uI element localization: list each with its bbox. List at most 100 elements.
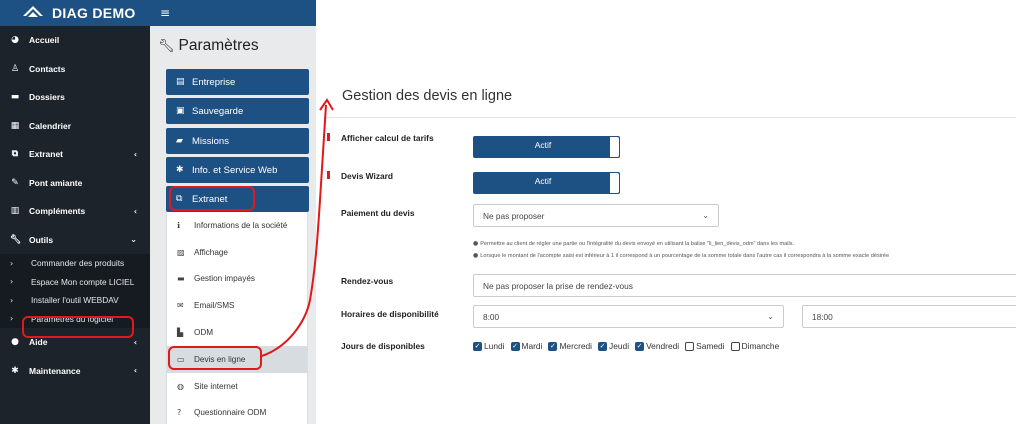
extranet-item-informations[interactable]: ℹ Informations de la société (167, 212, 307, 239)
submenu-item-label: Commander des produits (31, 258, 125, 269)
paiement-note-2: ● Lorsque le montant de l'acompte saisi e… (473, 252, 889, 259)
horaires-start-select[interactable]: 8:00 ⌄ (473, 305, 784, 328)
afficher-calcul-toggle[interactable]: Actif (473, 136, 620, 158)
envelope-icon: ✉ (177, 301, 184, 311)
sidebar: DIAG DEMO ◕ Accueil ♙ Contacts ▬ Dossiers ▦… (0, 0, 150, 424)
submenu-item-webdav[interactable]: › Installer l'outil WEBDAV (0, 291, 150, 310)
settings-button-label: Sauvegarde (192, 105, 244, 117)
info-icon: ● (473, 252, 479, 259)
extranet-sublist: ℹ Informations de la société ▨ Affichage ▬… (166, 212, 308, 424)
extranet-item-site-internet[interactable]: ◍ Site internet (167, 373, 307, 400)
sidebar-item-accueil[interactable]: ◕ Accueil (0, 26, 150, 55)
submenu-item-label: Installer l'outil WEBDAV (31, 295, 119, 306)
settings-button-info-service[interactable]: ✱ Info. et Service Web (166, 157, 309, 183)
gear-icon: ✱ (176, 165, 184, 175)
submenu-item-commander[interactable]: › Commander des produits (0, 254, 150, 273)
sidebar-item-label: Extranet (29, 149, 64, 160)
extranet-item-label: Questionnaire ODM (194, 408, 267, 418)
dashboard-icon: ◕ (11, 35, 19, 46)
day-samedi[interactable]: Samedi (685, 341, 725, 351)
extranet-item-label: Informations de la société (194, 220, 288, 230)
settings-title-text: Paramètres (178, 37, 259, 54)
checkbox-unchecked-icon[interactable] (685, 341, 695, 351)
note-text: Permettre au client de régler une partie… (480, 241, 795, 247)
paiement-label: Paiement du devis (341, 208, 415, 218)
chevron-right-icon: › (10, 258, 14, 268)
paiement-value: Ne pas proposer (483, 210, 545, 221)
checkbox-checked-icon[interactable]: ✓ (473, 341, 482, 351)
hamburger-icon[interactable]: ≡ (160, 6, 170, 20)
day-label: Dimanche (741, 341, 780, 351)
sidebar-item-contacts[interactable]: ♙ Contacts (0, 55, 150, 84)
settings-title: 🔧︎ Paramètres (150, 26, 316, 66)
day-label: Jeudi (609, 341, 630, 351)
sidebar-item-label: Calendrier (29, 120, 72, 131)
sidebar-item-calendrier[interactable]: ▦ Calendrier (0, 112, 150, 141)
chevron-left-icon: ‹ (133, 366, 137, 376)
toggle-knob (610, 173, 619, 193)
wrench-icon: 🔧︎ (10, 234, 22, 245)
extranet-item-gestion-impayes[interactable]: ▬ Gestion impayés (167, 266, 307, 293)
settings-button-entreprise[interactable]: ▤ Entreprise (166, 69, 309, 95)
settings-button-missions[interactable]: ▰ Missions (166, 128, 309, 154)
horaires-end-select[interactable]: 18:00 (802, 305, 1016, 328)
day-label: Lundi (484, 341, 505, 351)
extranet-item-label: ODM (194, 328, 214, 338)
rendezvous-select[interactable]: Ne pas proposer la prise de rendez-vous (473, 274, 1016, 297)
day-vendredi[interactable]: ✓ Vendredi (635, 341, 679, 351)
highlight-devis-en-ligne (168, 346, 262, 370)
day-lundi[interactable]: ✓ Lundi (473, 341, 505, 351)
day-label: Mercredi (559, 341, 593, 351)
day-jeudi[interactable]: ✓ Jeudi (598, 341, 629, 351)
user-icon: ♙ (10, 63, 20, 74)
book-icon: ▰ (176, 136, 183, 146)
brand-bar[interactable]: DIAG DEMO (0, 0, 150, 26)
extranet-item-questionnaire-odm[interactable]: ? Questionnaire ODM (167, 400, 307, 424)
checkbox-checked-icon[interactable]: ✓ (598, 341, 608, 351)
afficher-calcul-label: Afficher calcul de tarifs (341, 133, 434, 143)
file-icon: ▙ (177, 328, 184, 338)
paiement-select[interactable]: Ne pas proposer ⌄ (473, 204, 719, 227)
day-mercredi[interactable]: ✓ Mercredi (548, 341, 592, 351)
horaires-start-value: 8:00 (483, 311, 500, 322)
sidebar-item-label: Maintenance (29, 365, 81, 376)
toggle-knob (610, 137, 619, 157)
money-icon: ▬ (177, 274, 185, 284)
submenu-item-espace-compte[interactable]: › Espace Mon compte LICIEL (0, 273, 150, 292)
sidebar-item-maintenance[interactable]: ✱ Maintenance ‹ (0, 357, 150, 386)
main-content: Gestion des devis en ligne Afficher calc… (316, 0, 1016, 424)
sidebar-item-label: Dossiers (29, 92, 65, 103)
sidebar-item-dossiers[interactable]: ▬ Dossiers (0, 83, 150, 112)
rendezvous-value: Ne pas proposer la prise de rendez-vous (483, 280, 633, 291)
devis-wizard-toggle[interactable]: Actif (473, 172, 620, 194)
page-title: Gestion des devis en ligne (342, 88, 513, 104)
checkbox-checked-icon[interactable]: ✓ (548, 341, 558, 351)
building-icon: ▤ (176, 77, 185, 87)
checkbox-checked-icon[interactable]: ✓ (635, 341, 645, 351)
sidebar-item-pont-amiante[interactable]: ✎ Pont amiante (0, 169, 150, 198)
sidebar-item-outils[interactable]: 🔧︎ Outils ⌄ (0, 226, 150, 255)
sidebar-item-complements[interactable]: ▥ Compléments ‹ (0, 197, 150, 226)
chevron-right-icon: › (10, 295, 14, 305)
extranet-item-odm[interactable]: ▙ ODM (167, 319, 307, 346)
top-bar: ≡ (150, 0, 316, 26)
chevron-down-icon: ⌄ (702, 211, 709, 220)
extranet-item-affichage[interactable]: ▨ Affichage (167, 239, 307, 266)
sidebar-item-extranet[interactable]: ⧉ Extranet ‹ (0, 140, 150, 169)
save-icon: ▣ (176, 106, 185, 116)
extranet-item-email-sms[interactable]: ✉ Email/SMS (167, 292, 307, 319)
settings-button-label: Missions (192, 135, 229, 147)
info-icon: ℹ (177, 220, 181, 230)
jours-checkboxes: ✓ Lundi ✓ Mardi ✓ Mercredi ✓ Jeudi ✓ Vendredi… (473, 341, 785, 351)
info-icon: ● (473, 240, 479, 247)
gear-icon: ✱ (11, 365, 19, 376)
question-icon: ? (177, 408, 182, 418)
jours-label: Jours de disponibles (341, 341, 425, 351)
sidebar-item-label: Accueil (29, 35, 60, 46)
day-mardi[interactable]: ✓ Mardi (510, 341, 542, 351)
day-dimanche[interactable]: Dimanche (730, 341, 780, 351)
checkbox-checked-icon[interactable]: ✓ (510, 341, 520, 351)
settings-button-sauvegarde[interactable]: ▣ Sauvegarde (166, 98, 309, 124)
checkbox-unchecked-icon[interactable] (730, 341, 740, 351)
toggle-state: Actif (534, 140, 552, 150)
